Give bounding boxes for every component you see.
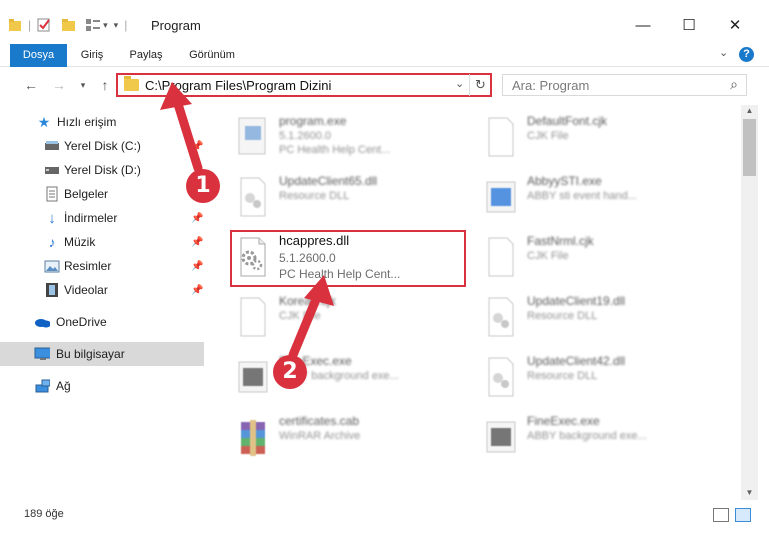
arrow-2-shaft xyxy=(288,292,322,360)
step-marker-2: 2 xyxy=(273,355,307,389)
arrow-1-shaft xyxy=(173,99,203,173)
step-marker-1: 1 xyxy=(186,169,220,203)
annotation-arrows xyxy=(160,82,334,360)
arrow-1-head xyxy=(160,82,192,110)
arrow-2-head xyxy=(304,275,334,306)
